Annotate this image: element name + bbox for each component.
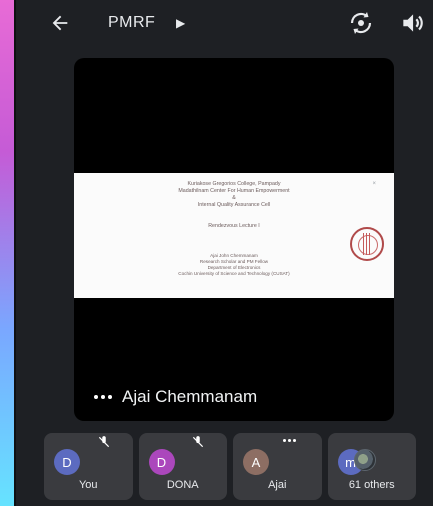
back-arrow-icon[interactable] [46,9,74,37]
avatar: D [54,449,80,475]
slide-line: Cochin University of Science and Technol… [178,271,290,276]
participant-name: You [78,479,98,491]
meeting-title[interactable]: PMRF [108,14,155,32]
screen-edge-gap [14,0,16,506]
participant-name: Ajai [268,479,287,491]
slide-line: & [232,195,236,201]
slide-line: Rendezvous Lecture I [208,223,260,229]
speaker-icon[interactable] [399,10,425,36]
speaking-indicator-icon [282,439,296,442]
participant-name: 61 others [348,479,395,491]
avatar: D [148,449,175,475]
participant-name: DONA [166,479,199,491]
participant-tile-ajai[interactable]: A Ajai [233,433,322,500]
participant-tile-others[interactable]: m 61 others [327,433,416,500]
shared-slide: × Kuriakose Gregorios College, Pampady M… [74,173,394,298]
participant-tile-you[interactable]: D You [44,433,133,500]
more-options-icon[interactable] [94,395,112,399]
slide-line: Kuriakose Gregorios College, Pampady [187,181,281,187]
presentation-stage[interactable]: × Kuriakose Gregorios College, Pampady M… [74,58,394,421]
mic-off-icon [192,436,204,448]
slide-line: Internal Quality Assurance Cell [197,202,271,208]
switch-camera-icon[interactable] [346,8,376,38]
participant-tile-dona[interactable]: D DONA [138,433,227,500]
presenter-label: Ajai Chemmanam [94,387,257,407]
college-emblem-icon [350,227,384,261]
avatar: A [243,449,269,475]
screen-edge-accent [0,0,14,506]
presenter-name: Ajai Chemmanam [122,387,258,406]
participant-thumbnail [353,449,376,471]
mic-off-icon [98,436,109,448]
participant-strip: D You D DONA A Ajai m 61 others [44,433,416,500]
slide-line: Madathilnam Center For Human Empowerment [178,188,290,194]
chevron-right-icon[interactable]: ▶ [176,14,185,32]
top-bar: PMRF ▶ [16,0,433,46]
